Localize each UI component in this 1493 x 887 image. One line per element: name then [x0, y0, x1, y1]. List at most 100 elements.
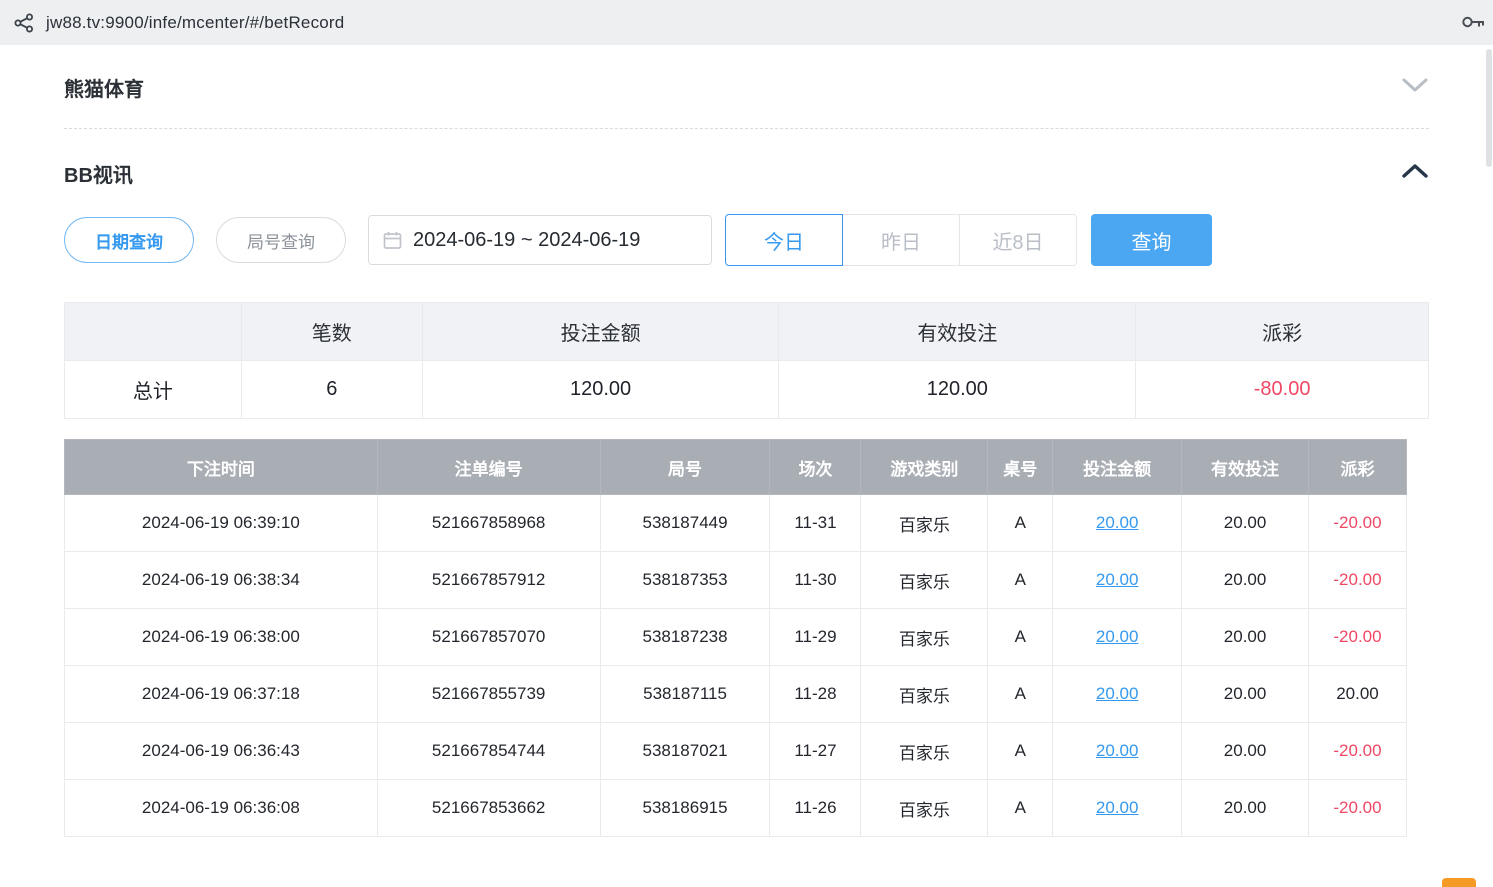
cell-order-no: 521667858968 [377, 495, 600, 552]
cell-bet-amount: 20.00 [1053, 723, 1182, 780]
bet-amount-link[interactable]: 20.00 [1096, 570, 1139, 589]
chevron-up-icon[interactable] [1401, 163, 1429, 184]
bet-amount-link[interactable]: 20.00 [1096, 798, 1139, 817]
cell-round-no: 538187021 [600, 723, 770, 780]
summary-header-empty [65, 303, 242, 361]
header-order-no: 注单编号 [377, 440, 600, 495]
cell-bet-amount: 20.00 [1053, 780, 1182, 837]
calendar-icon [383, 231, 402, 250]
table-row: 2024-06-19 06:38:34 521667857912 5381873… [65, 552, 1407, 609]
section-panda-sports-title: 熊猫体育 [64, 73, 144, 102]
cell-bet-time: 2024-06-19 06:38:34 [65, 552, 378, 609]
cell-bet-time: 2024-06-19 06:36:08 [65, 780, 378, 837]
cell-payout: -20.00 [1309, 723, 1407, 780]
key-icon[interactable] [1461, 12, 1485, 37]
cell-bet-amount: 20.00 [1053, 495, 1182, 552]
bet-amount-link[interactable]: 20.00 [1096, 684, 1139, 703]
cell-session: 11-29 [770, 609, 861, 666]
cell-table-no: A [988, 666, 1053, 723]
search-button[interactable]: 查询 [1091, 214, 1212, 266]
header-round-no: 局号 [600, 440, 770, 495]
cell-valid-bet: 20.00 [1182, 666, 1309, 723]
cell-valid-bet: 20.00 [1182, 495, 1309, 552]
cell-bet-amount: 20.00 [1053, 666, 1182, 723]
cell-round-no: 538187353 [600, 552, 770, 609]
summary-header-valid-bet: 有效投注 [779, 303, 1136, 361]
cell-bet-amount: 20.00 [1053, 552, 1182, 609]
header-session: 场次 [770, 440, 861, 495]
cell-order-no: 521667857912 [377, 552, 600, 609]
payout-value: -20.00 [1333, 741, 1381, 760]
summary-header-bet-amount: 投注金额 [422, 303, 779, 361]
cell-payout: -20.00 [1309, 609, 1407, 666]
cell-session: 11-28 [770, 666, 861, 723]
cell-game-type: 百家乐 [861, 780, 988, 837]
summary-payout-value: -80.00 [1254, 378, 1311, 400]
cell-table-no: A [988, 495, 1053, 552]
browser-share-icon[interactable] [14, 13, 34, 33]
summary-table: 笔数 投注金额 有效投注 派彩 总计 6 120.00 120.00 -80.0… [64, 302, 1429, 419]
summary-header-count: 笔数 [241, 303, 422, 361]
summary-total-label: 总计 [65, 361, 242, 419]
cell-session: 11-26 [770, 780, 861, 837]
cell-bet-amount: 20.00 [1053, 609, 1182, 666]
header-payout: 派彩 [1309, 440, 1407, 495]
cell-payout: -20.00 [1309, 780, 1407, 837]
filter-toolbar: 日期查询 局号查询 2024-06-19 ~ 2024-06-19 今日 昨日 … [64, 214, 1429, 266]
summary-total-row: 总计 6 120.00 120.00 -80.00 [65, 361, 1429, 419]
cell-order-no: 521667853662 [377, 780, 600, 837]
browser-address-bar[interactable]: jw88.tv:9900/infe/mcenter/#/betRecord [0, 0, 1493, 45]
header-game-type: 游戏类别 [861, 440, 988, 495]
cell-bet-time: 2024-06-19 06:39:10 [65, 495, 378, 552]
section-panda-sports-header[interactable]: 熊猫体育 [64, 45, 1429, 128]
last-8-days-button[interactable]: 近8日 [959, 214, 1077, 266]
payout-value: -20.00 [1333, 798, 1381, 817]
table-row: 2024-06-19 06:39:10 521667858968 5381874… [65, 495, 1407, 552]
header-valid-bet: 有效投注 [1182, 440, 1309, 495]
quick-range-group: 今日 昨日 近8日 [725, 214, 1077, 266]
floating-button-partial[interactable] [1442, 878, 1476, 887]
today-button[interactable]: 今日 [725, 214, 843, 266]
cell-game-type: 百家乐 [861, 723, 988, 780]
header-bet-amount: 投注金额 [1053, 440, 1182, 495]
summary-total-payout: -80.00 [1136, 361, 1429, 419]
bet-records-table: 下注时间 注单编号 局号 场次 游戏类别 桌号 投注金额 有效投注 派彩 202… [64, 439, 1407, 837]
cell-order-no: 521667854744 [377, 723, 600, 780]
cell-order-no: 521667857070 [377, 609, 600, 666]
cell-payout: -20.00 [1309, 552, 1407, 609]
summary-total-valid: 120.00 [779, 361, 1136, 419]
cell-valid-bet: 20.00 [1182, 552, 1309, 609]
payout-value: -20.00 [1333, 513, 1381, 532]
table-header-row: 下注时间 注单编号 局号 场次 游戏类别 桌号 投注金额 有效投注 派彩 [65, 440, 1407, 495]
date-range-input[interactable]: 2024-06-19 ~ 2024-06-19 [368, 215, 712, 265]
payout-value: -20.00 [1333, 627, 1381, 646]
date-query-button[interactable]: 日期查询 [64, 217, 194, 263]
round-query-button[interactable]: 局号查询 [216, 217, 346, 263]
cell-session: 11-31 [770, 495, 861, 552]
cell-bet-time: 2024-06-19 06:36:43 [65, 723, 378, 780]
cell-valid-bet: 20.00 [1182, 780, 1309, 837]
chevron-down-icon[interactable] [1401, 77, 1429, 98]
cell-round-no: 538187449 [600, 495, 770, 552]
yesterday-button[interactable]: 昨日 [842, 214, 960, 266]
cell-round-no: 538187115 [600, 666, 770, 723]
address-url[interactable]: jw88.tv:9900/infe/mcenter/#/betRecord [46, 13, 344, 33]
cell-session: 11-30 [770, 552, 861, 609]
bet-amount-link[interactable]: 20.00 [1096, 741, 1139, 760]
section-bb-video-title: BB视讯 [64, 159, 133, 188]
scrollbar[interactable] [1486, 49, 1492, 167]
summary-header-payout: 派彩 [1136, 303, 1429, 361]
section-bb-video-header[interactable]: BB视讯 [64, 129, 1429, 210]
bet-amount-link[interactable]: 20.00 [1096, 513, 1139, 532]
header-bet-time: 下注时间 [65, 440, 378, 495]
cell-session: 11-27 [770, 723, 861, 780]
table-row: 2024-06-19 06:36:08 521667853662 5381869… [65, 780, 1407, 837]
cell-table-no: A [988, 609, 1053, 666]
bet-amount-link[interactable]: 20.00 [1096, 627, 1139, 646]
cell-game-type: 百家乐 [861, 609, 988, 666]
cell-game-type: 百家乐 [861, 495, 988, 552]
cell-valid-bet: 20.00 [1182, 723, 1309, 780]
cell-bet-time: 2024-06-19 06:37:18 [65, 666, 378, 723]
bet-record-page: 熊猫体育 BB视讯 日期查询 局号查询 [0, 45, 1493, 837]
cell-bet-time: 2024-06-19 06:38:00 [65, 609, 378, 666]
